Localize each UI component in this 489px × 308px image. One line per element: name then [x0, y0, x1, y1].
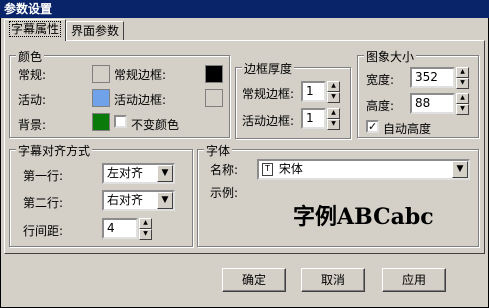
active-color-swatch[interactable]: [92, 89, 110, 107]
tab-subtitle-properties[interactable]: 字幕属性: [4, 19, 66, 41]
active-color-label: 活动:: [18, 93, 47, 107]
background-color-swatch[interactable]: [92, 113, 110, 131]
normal-border-swatch[interactable]: [205, 65, 223, 83]
normal-border-label: 常规边框:: [114, 68, 167, 82]
apply-button[interactable]: 应用: [382, 268, 446, 292]
alignment-group: 字幕对齐方式 第一行: 左对齐 ▼ 第二行: 右对齐 ▼ 行间距: 4 ▲ ▼: [9, 142, 193, 247]
fixed-color-checkbox[interactable]: [114, 115, 127, 128]
image-size-group: 图象大小 宽度: 352 ▲ ▼ 高度: 88 ▲ ▼ ✓ 自动高度: [357, 48, 479, 138]
height-up-button[interactable]: ▲: [456, 93, 469, 104]
font-name-select[interactable]: T 宋体 ▼: [257, 159, 470, 180]
active-border-width-down-button[interactable]: ▼: [327, 119, 340, 130]
line-spacing-input[interactable]: 4: [102, 218, 138, 239]
font-name-label: 名称:: [210, 163, 239, 177]
active-border-width-label: 活动边框:: [242, 114, 295, 128]
normal-border-width-label: 常规边框:: [242, 87, 295, 101]
normal-border-width-up-button[interactable]: ▲: [327, 81, 340, 92]
width-up-button[interactable]: ▲: [456, 67, 469, 78]
active-border-width-input[interactable]: 1: [301, 108, 326, 129]
line2-align-select[interactable]: 右对齐 ▼: [102, 190, 175, 211]
ok-button[interactable]: 确定: [222, 268, 286, 292]
image-size-title: 图象大小: [364, 48, 417, 65]
normal-color-label: 常规:: [18, 68, 47, 82]
chevron-down-icon[interactable]: ▼: [157, 165, 173, 182]
active-border-width-up-button[interactable]: ▲: [327, 108, 340, 119]
font-title: 字体: [204, 142, 233, 159]
font-sample-label: 示例:: [210, 186, 239, 200]
font-group: 字体 名称: T 宋体 ▼ 示例: 字例ABCabc: [197, 142, 479, 247]
background-color-label: 背景:: [18, 118, 47, 132]
line2-label: 第二行:: [23, 196, 64, 210]
alignment-title: 字幕对齐方式: [16, 142, 93, 159]
width-down-button[interactable]: ▼: [456, 78, 469, 89]
line1-align-select[interactable]: 左对齐 ▼: [102, 163, 175, 184]
active-border-label: 活动边框:: [114, 93, 167, 107]
border-thickness-group: 边框厚度 常规边框: 1 ▲ ▼ 活动边框: 1 ▲ ▼: [235, 60, 351, 139]
cancel-button[interactable]: 取消: [301, 268, 365, 292]
tab-interface-params[interactable]: 界面参数: [66, 21, 124, 40]
line-spacing-up-button[interactable]: ▲: [139, 218, 152, 229]
height-down-button[interactable]: ▼: [456, 104, 469, 115]
colors-group-title: 颜色: [16, 48, 45, 65]
auto-height-checkbox[interactable]: ✓: [366, 120, 379, 133]
normal-border-width-down-button[interactable]: ▼: [327, 92, 340, 103]
fixed-color-label: 不变颜色: [131, 118, 180, 132]
active-border-swatch[interactable]: [205, 89, 223, 107]
border-thickness-title: 边框厚度: [242, 60, 295, 77]
line-spacing-down-button[interactable]: ▼: [139, 229, 152, 240]
height-input[interactable]: 88: [410, 93, 455, 114]
normal-color-swatch[interactable]: [92, 65, 110, 83]
tab-page: 颜色 常规: 常规边框: 活动: 活动边框: 背景: 不变颜色 边框厚度 常规边…: [4, 40, 485, 254]
colors-group: 颜色 常规: 常规边框: 活动: 活动边框: 背景: 不变颜色: [9, 48, 230, 138]
auto-height-label: 自动高度: [383, 122, 432, 136]
width-label: 宽度:: [366, 73, 395, 87]
font-file-icon: T: [262, 163, 273, 176]
height-label: 高度:: [366, 99, 395, 113]
width-input[interactable]: 352: [410, 67, 455, 88]
font-sample-preview: 字例ABCabc: [293, 204, 434, 230]
chevron-down-icon[interactable]: ▼: [452, 161, 468, 178]
chevron-down-icon[interactable]: ▼: [157, 192, 173, 209]
title-bar: 参数设置: [0, 0, 489, 18]
line1-label: 第一行:: [23, 169, 64, 183]
normal-border-width-input[interactable]: 1: [301, 81, 326, 102]
line-spacing-label: 行间距:: [23, 224, 64, 238]
